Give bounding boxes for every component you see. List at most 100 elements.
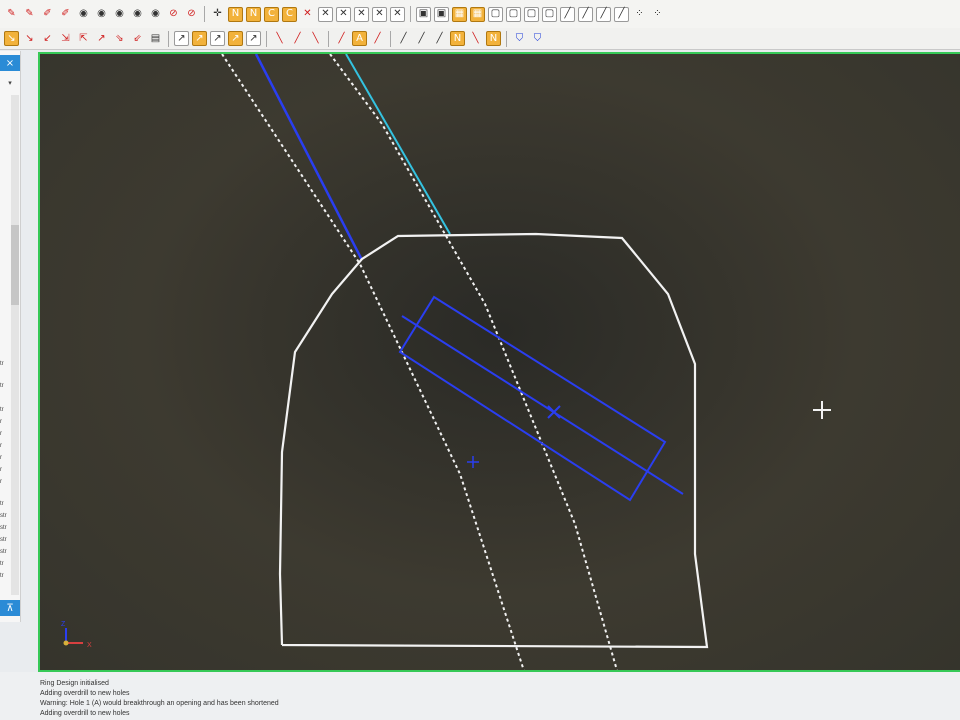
grid-icon[interactable]: ▦ <box>470 6 485 22</box>
list-item[interactable]: str <box>0 537 7 543</box>
draw-icon[interactable]: ⇲ <box>58 31 73 46</box>
origin-marker-icon <box>467 456 479 468</box>
close-icon[interactable]: × <box>0 55 20 71</box>
list-item[interactable]: tr <box>0 361 4 367</box>
list-item[interactable]: r <box>0 467 2 473</box>
chevron-down-icon[interactable]: ▾ <box>2 77 18 89</box>
list-item[interactable]: r <box>0 455 2 461</box>
toolbar-separator <box>410 6 411 22</box>
hide-icon[interactable]: ⊘ <box>184 7 199 22</box>
pin-icon[interactable]: ⊼ <box>0 600 20 616</box>
line-icon[interactable]: ╲ <box>308 31 323 46</box>
grid-icon[interactable]: ▢ <box>542 6 557 22</box>
delete-icon[interactable]: ✕ <box>300 7 315 22</box>
draw-icon[interactable]: ⇘ <box>112 31 127 46</box>
log-line: Ring Design initialised <box>40 680 109 687</box>
hide-icon[interactable]: ⊘ <box>166 7 181 22</box>
dashed-boundary-left <box>221 54 525 670</box>
snap-icon[interactable]: N <box>228 6 243 22</box>
text-icon[interactable]: N <box>486 31 501 46</box>
pattern-icon[interactable]: ⁘ <box>632 7 647 22</box>
snap-icon[interactable]: C <box>282 6 297 22</box>
eye-icon[interactable]: ◉ <box>76 7 91 22</box>
list-item[interactable]: tr <box>0 561 4 567</box>
delete-icon[interactable]: ✕ <box>390 6 405 22</box>
line-icon[interactable]: ╱ <box>334 31 349 46</box>
x-axis-label: X <box>87 642 92 649</box>
eye-icon[interactable]: ◉ <box>148 7 163 22</box>
move-icon[interactable]: ✛ <box>210 7 225 22</box>
snap-icon[interactable]: C <box>264 6 279 22</box>
eye-icon[interactable]: ◉ <box>112 7 127 22</box>
list-item[interactable]: tr <box>0 573 4 579</box>
line-icon[interactable]: ╱ <box>414 31 429 46</box>
edit-icon[interactable]: ↗ <box>228 31 243 46</box>
edit-icon[interactable]: ✐ <box>58 7 73 22</box>
grid-icon[interactable]: ▣ <box>416 6 431 22</box>
pen-icon[interactable]: ✎ <box>4 7 19 22</box>
draw-icon[interactable]: ⇙ <box>130 31 145 46</box>
list-item[interactable]: r <box>0 443 2 449</box>
edit-icon[interactable]: ↗ <box>174 31 189 46</box>
line-icon[interactable]: ╱ <box>370 31 385 46</box>
list-item[interactable]: str <box>0 525 7 531</box>
scroll-thumb[interactable] <box>11 225 19 305</box>
list-item[interactable]: tr <box>0 501 4 507</box>
design-line <box>254 54 364 261</box>
toolbar-separator <box>506 30 507 47</box>
shield-icon[interactable]: ⛉ <box>512 31 527 46</box>
delete-icon[interactable]: ✕ <box>372 6 387 22</box>
log-warning-line: Warning: Hole 1 (A) would breakthrough a… <box>40 700 279 707</box>
line-icon[interactable]: ╲ <box>272 31 287 46</box>
reference-line <box>345 54 451 235</box>
list-item[interactable]: tr <box>0 383 4 389</box>
viewport-canvas: Z X <box>61 54 831 670</box>
edit-icon[interactable]: ↗ <box>192 31 207 46</box>
line-icon[interactable]: ╱ <box>290 31 305 46</box>
grid-icon[interactable]: ▣ <box>434 6 449 22</box>
edit-icon[interactable]: ▤ <box>148 31 163 46</box>
edit-icon[interactable]: ↗ <box>246 31 261 46</box>
list-item[interactable]: r <box>0 419 2 425</box>
text-icon[interactable]: N <box>450 31 465 46</box>
secondary-toolbar: ↘ ↘ ↙ ⇲ ⇱ ↗ ⇘ ⇙ ▤ ↗ ↗ ↗ ↗ ↗ ╲ ╱ ╲ ╱ A ╱ … <box>0 28 960 50</box>
edit-icon[interactable]: ↗ <box>210 31 225 46</box>
snap-icon[interactable]: N <box>246 6 261 22</box>
delete-icon[interactable]: ✕ <box>318 6 333 22</box>
line-icon[interactable]: ╱ <box>560 6 575 22</box>
eye-icon[interactable]: ◉ <box>94 7 109 22</box>
grid-icon[interactable]: ▢ <box>488 6 503 22</box>
list-item[interactable]: tr <box>0 407 4 413</box>
line-icon[interactable]: ╱ <box>596 6 611 22</box>
toolbar-separator <box>328 30 329 47</box>
draw-icon[interactable]: ↘ <box>22 31 37 46</box>
panel-scrollbar[interactable] <box>11 95 19 595</box>
shield-icon[interactable]: ⛉ <box>530 31 545 46</box>
line-icon[interactable]: ╱ <box>578 6 593 22</box>
list-item[interactable]: r <box>0 431 2 437</box>
list-item[interactable]: str <box>0 549 7 555</box>
design-viewport[interactable]: Z X <box>38 52 960 672</box>
delete-icon[interactable]: ✕ <box>354 6 369 22</box>
edit-icon[interactable]: ✐ <box>40 7 55 22</box>
draw-icon[interactable]: ↗ <box>94 31 109 46</box>
pen-icon[interactable]: ✎ <box>22 7 37 22</box>
line-icon[interactable]: ╱ <box>614 6 629 22</box>
grid-icon[interactable]: ▦ <box>452 6 467 22</box>
pattern-icon[interactable]: ⁘ <box>650 7 665 22</box>
side-panel: × ▾ tr tr tr r r r r r r tr str str str … <box>0 51 21 622</box>
grid-icon[interactable]: ▢ <box>524 6 539 22</box>
grid-icon[interactable]: ▢ <box>506 6 521 22</box>
list-item[interactable]: r <box>0 479 2 485</box>
z-axis-label: Z <box>61 621 66 628</box>
draw-icon[interactable]: ↘ <box>4 31 19 46</box>
delete-icon[interactable]: ✕ <box>336 6 351 22</box>
draw-icon[interactable]: ↙ <box>40 31 55 46</box>
eye-icon[interactable]: ◉ <box>130 7 145 22</box>
text-icon[interactable]: A <box>352 31 367 46</box>
line-icon[interactable]: ╱ <box>432 31 447 46</box>
list-item[interactable]: str <box>0 513 7 519</box>
draw-icon[interactable]: ⇱ <box>76 31 91 46</box>
line-icon[interactable]: ╲ <box>468 31 483 46</box>
line-icon[interactable]: ╱ <box>396 31 411 46</box>
